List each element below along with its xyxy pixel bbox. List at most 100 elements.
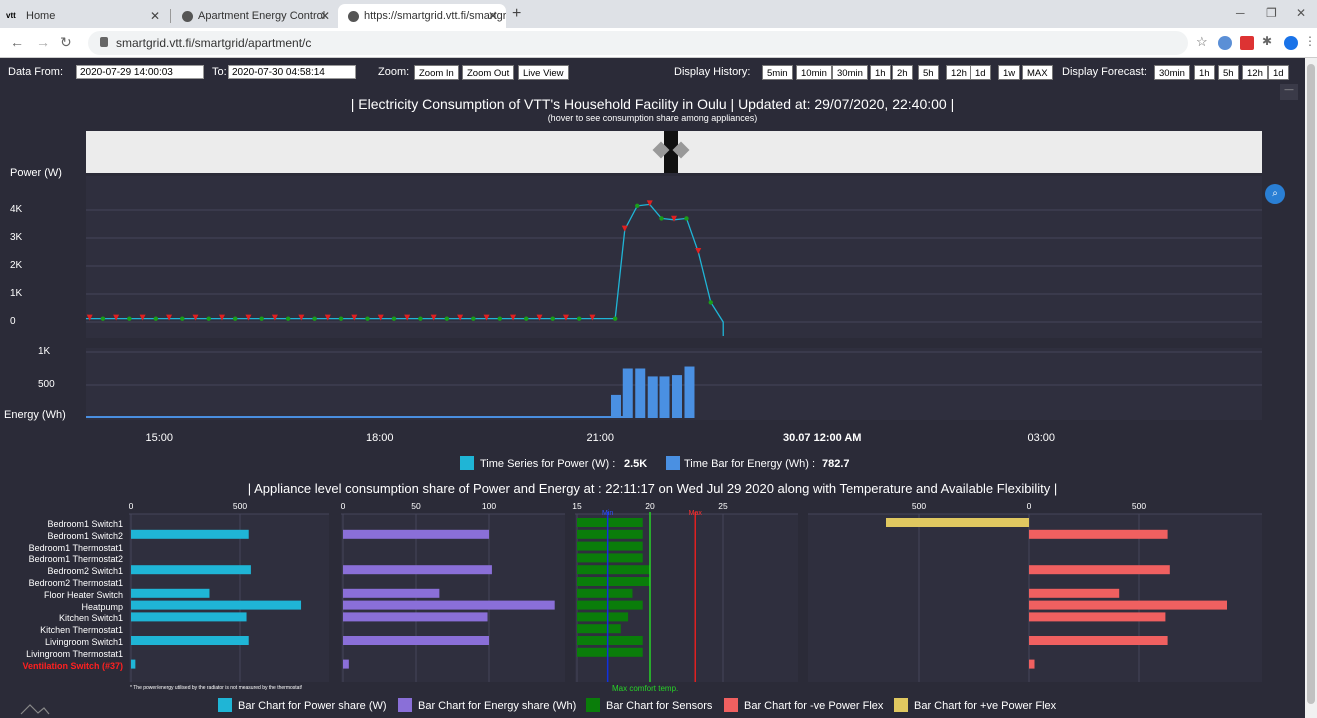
main-time-series-chart[interactable] [0, 176, 1305, 426]
energy-share-bar [343, 636, 489, 645]
zoom-in-button[interactable]: Zoom In [414, 65, 459, 80]
extension-icon[interactable] [1240, 36, 1254, 50]
energy-legend-label[interactable]: Time Bar for Energy (Wh) : [684, 458, 815, 470]
maximize-icon[interactable]: ❐ [1266, 6, 1277, 20]
star-icon[interactable]: ☆ [1196, 34, 1208, 50]
history-10min-button[interactable]: 10min [796, 65, 832, 80]
legend-swatch [894, 698, 908, 712]
energy-bar [106, 416, 118, 418]
energy-bar [288, 416, 300, 418]
history-30min-button[interactable]: 30min [832, 65, 868, 80]
energy-bar [461, 416, 473, 418]
address-bar-area: ← → ↻ smartgrid.vtt.fi/smartgrid/apartme… [0, 28, 1317, 58]
power-marker [259, 316, 264, 321]
flex-tick: 0 [1027, 501, 1032, 511]
forecast-1h-button[interactable]: 1h [1194, 65, 1215, 80]
power-marker [312, 316, 317, 321]
forecast-1d-button[interactable]: 1d [1268, 65, 1289, 80]
energy-bar [278, 416, 290, 418]
close-icon[interactable]: ✕ [150, 9, 160, 23]
max-comfort-label: Max comfort temp. [612, 684, 679, 693]
power-share-tick: 500 [233, 501, 247, 511]
new-tab-button[interactable]: + [512, 5, 521, 23]
power-share-bar [131, 659, 136, 669]
legend-item[interactable]: Bar Chart for Sensors [606, 700, 712, 712]
url-field[interactable]: smartgrid.vtt.fi/smartgrid/apartment/c [88, 31, 1188, 55]
pos-flex-bar [886, 518, 1029, 527]
energy-share-bar [343, 612, 488, 622]
reload-icon[interactable]: ↻ [60, 34, 72, 51]
energy-bar [299, 416, 311, 418]
display-forecast-label: Display Forecast: [1062, 66, 1147, 78]
energy-bar [512, 416, 524, 418]
energy-bar [380, 416, 392, 418]
app-content: Data From: 2020-07-29 14:00:03 To: 2020-… [0, 58, 1305, 718]
history-1h-button[interactable]: 1h [870, 65, 891, 80]
history-2h-button[interactable]: 2h [892, 65, 913, 80]
energy-bar [309, 416, 321, 418]
legend-item[interactable]: Bar Chart for Energy share (Wh) [418, 700, 576, 712]
history-12h-button[interactable]: 12h [946, 65, 972, 80]
sensor-bar [577, 518, 643, 527]
energy-bar [451, 416, 463, 418]
power-plot-area [86, 176, 1262, 338]
puzzle-icon[interactable]: ✱ [1262, 34, 1272, 48]
chart-menu-button[interactable]: — [1280, 84, 1298, 100]
time-x-tick: 30.07 12:00 AM [783, 432, 862, 444]
legend-swatch [218, 698, 232, 712]
time-x-tick: 18:00 [366, 432, 394, 444]
energy-bar [410, 416, 422, 418]
profile-avatar[interactable] [1284, 36, 1298, 50]
legend-item[interactable]: Bar Chart for Power share (W) [238, 700, 387, 712]
power-marker [180, 316, 185, 321]
power-marker [471, 316, 476, 321]
energy-bar [116, 416, 128, 418]
zoom-icon[interactable]: ⌕ [1265, 184, 1285, 204]
power-share-bar [131, 588, 210, 598]
scrollbar-thumb[interactable] [1307, 64, 1315, 704]
extension-icon[interactable] [1218, 36, 1232, 50]
forecast-5h-button[interactable]: 5h [1218, 65, 1239, 80]
legend-item[interactable]: Bar Chart for -ve Power Flex [744, 700, 883, 712]
history-1d-button[interactable]: 1d [970, 65, 991, 80]
close-icon[interactable]: ✕ [320, 9, 330, 23]
live-view-button[interactable]: Live View [518, 65, 569, 80]
neg-flex-bar [1029, 588, 1120, 598]
tab-apartment-energy-control[interactable]: Apartment Energy Control ✕ [172, 4, 338, 28]
tab-smartgrid[interactable]: https://smartgrid.vtt.fi/smartgrid ✕ [338, 4, 506, 28]
globe-icon [182, 11, 193, 22]
close-icon[interactable]: ✕ [488, 9, 498, 23]
to-label: To: [212, 66, 227, 78]
forecast-12h-button[interactable]: 12h [1242, 65, 1268, 80]
history-5min-button[interactable]: 5min [762, 65, 793, 80]
back-icon[interactable]: ← [10, 34, 24, 50]
appliance-share-charts[interactable]: 0 500 0 50 100 15 20 25 500 0 500 Min Max [0, 498, 1305, 698]
data-from-input[interactable]: 2020-07-29 14:00:03 [76, 65, 204, 79]
vtt-logo-icon: vtt [6, 11, 16, 20]
minimize-icon[interactable]: ─ [1236, 6, 1245, 20]
history-1w-button[interactable]: 1w [998, 65, 1021, 80]
page-scrollbar[interactable] [1305, 58, 1317, 718]
power-marker [285, 316, 291, 321]
zoom-out-button[interactable]: Zoom Out [462, 65, 515, 80]
legend-item[interactable]: Bar Chart for +ve Power Flex [914, 700, 1056, 712]
forward-icon[interactable]: → [36, 34, 50, 50]
energy-bar [610, 394, 621, 418]
close-window-icon[interactable]: ✕ [1296, 6, 1306, 20]
power-legend-swatch [460, 456, 474, 470]
energy-bar [86, 416, 97, 418]
history-5h-button[interactable]: 5h [918, 65, 939, 80]
tab-home[interactable]: vtt Home ✕ [0, 4, 168, 28]
radiator-footnote: * The power/energy utilised by the radia… [130, 685, 303, 691]
history-MAX-button[interactable]: MAX [1022, 65, 1053, 80]
legend-swatch [586, 698, 600, 712]
forecast-30min-button[interactable]: 30min [1154, 65, 1190, 80]
sensor-bar [577, 636, 643, 645]
energy-bar [659, 376, 670, 418]
power-legend-label[interactable]: Time Series for Power (W) : [480, 458, 615, 470]
energy-share-bar [343, 565, 492, 575]
menu-icon[interactable]: ⋮ [1304, 34, 1316, 48]
tab-home-title: Home [26, 10, 56, 22]
to-input[interactable]: 2020-07-30 04:58:14 [228, 65, 356, 79]
appliance-panel [808, 514, 1262, 682]
